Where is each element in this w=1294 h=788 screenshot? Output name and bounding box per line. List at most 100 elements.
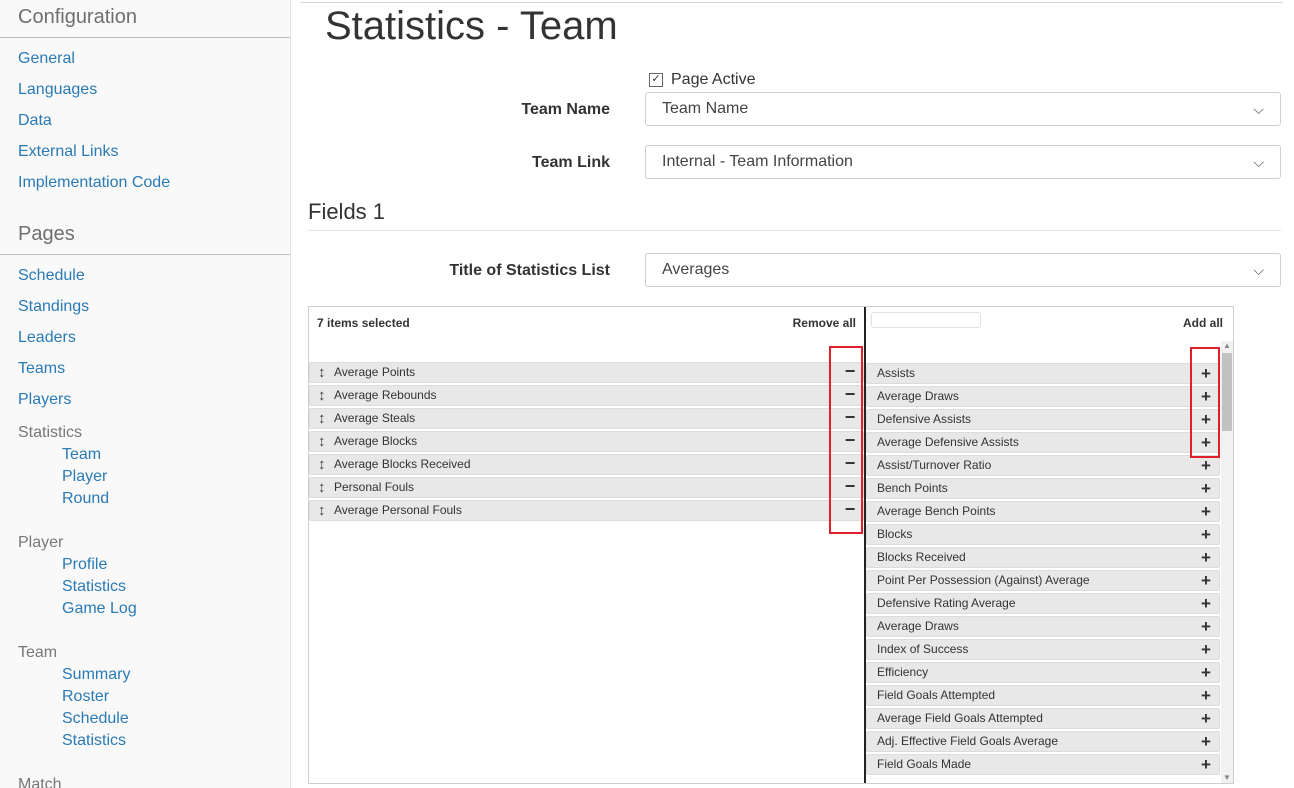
section-divider bbox=[308, 230, 1281, 231]
selected-item-label: Average Blocks Received bbox=[334, 457, 471, 471]
player-links: Profile Statistics Game Log bbox=[0, 554, 290, 620]
drag-handle-icon[interactable]: ↕ bbox=[318, 432, 326, 451]
available-item[interactable]: Blocks Received + bbox=[866, 547, 1220, 568]
sidebar-team-schedule[interactable]: Schedule bbox=[62, 708, 290, 730]
filter-input[interactable] bbox=[871, 312, 981, 328]
selected-item-label: Average Steals bbox=[334, 411, 416, 425]
sidebar-team-summary[interactable]: Summary bbox=[62, 664, 290, 686]
add-item-button[interactable]: + bbox=[1197, 502, 1215, 521]
available-item[interactable]: Point Per Possession (Against) Average + bbox=[866, 570, 1220, 591]
sidebar-item-standings[interactable]: Standings bbox=[18, 294, 290, 325]
team-links: Summary Roster Schedule Statistics bbox=[0, 664, 290, 752]
selected-item-label: Average Personal Fouls bbox=[334, 503, 462, 517]
sidebar-item-implementation-code[interactable]: Implementation Code bbox=[18, 170, 290, 201]
drag-handle-icon[interactable]: ↕ bbox=[318, 363, 326, 382]
selected-pane: 7 items selected Remove all ↕ Average Poi… bbox=[309, 307, 864, 783]
sidebar-statistics-team[interactable]: Team bbox=[62, 444, 290, 466]
available-item[interactable]: Average Defensive Assists + bbox=[866, 432, 1220, 453]
available-item[interactable]: Average Field Goals Attempted + bbox=[866, 708, 1220, 729]
sidebar-team-roster[interactable]: Roster bbox=[62, 686, 290, 708]
drag-handle-icon[interactable]: ↕ bbox=[318, 386, 326, 405]
sidebar-statistics-player[interactable]: Player bbox=[62, 466, 290, 488]
team-group-label: Team bbox=[18, 644, 58, 661]
sidebar-player-game-log[interactable]: Game Log bbox=[62, 598, 290, 620]
add-item-button[interactable]: + bbox=[1197, 640, 1215, 659]
chevron-down-icon: ⌵ bbox=[1253, 154, 1264, 170]
selected-item[interactable]: ↕ Average Personal Fouls − bbox=[309, 500, 864, 521]
selected-item[interactable]: ↕ Average Blocks Received − bbox=[309, 454, 864, 475]
add-item-button[interactable]: + bbox=[1197, 755, 1215, 774]
scroll-down-icon[interactable]: ▼ bbox=[1221, 773, 1233, 783]
available-item[interactable]: Average Draws + bbox=[866, 386, 1220, 407]
add-item-button[interactable]: + bbox=[1197, 456, 1215, 475]
drag-handle-icon[interactable]: ↕ bbox=[318, 409, 326, 428]
sidebar-item-schedule[interactable]: Schedule bbox=[18, 263, 290, 294]
available-item[interactable]: Efficiency + bbox=[866, 662, 1220, 683]
sidebar-item-data[interactable]: Data bbox=[18, 108, 290, 139]
sidebar-player-profile[interactable]: Profile bbox=[62, 554, 290, 576]
available-item[interactable]: Blocks + bbox=[866, 524, 1220, 545]
available-scrollbar[interactable]: ▲ ▼ bbox=[1221, 341, 1233, 783]
available-item[interactable]: Assists + bbox=[866, 363, 1220, 384]
selected-list: ↕ Average Points − ↕ Average Rebounds − ↕ Avera… bbox=[309, 362, 864, 523]
sidebar-team-statistics[interactable]: Statistics bbox=[62, 730, 290, 752]
available-item[interactable]: Defensive Rating Average + bbox=[866, 593, 1220, 614]
available-item-label: Bench Points bbox=[877, 481, 948, 495]
add-item-button[interactable]: + bbox=[1197, 617, 1215, 636]
add-item-button[interactable]: + bbox=[1197, 686, 1215, 705]
selected-item-label: Average Rebounds bbox=[334, 388, 437, 402]
available-item[interactable]: Average Bench Points + bbox=[866, 501, 1220, 522]
sidebar-item-players[interactable]: Players bbox=[18, 387, 290, 418]
team-link-value: Internal - Team Information bbox=[662, 153, 853, 170]
selected-item[interactable]: ↕ Average Blocks − bbox=[309, 431, 864, 452]
add-item-button[interactable]: + bbox=[1197, 525, 1215, 544]
sidebar-item-external-links[interactable]: External Links bbox=[18, 139, 290, 170]
available-item[interactable]: Defensive Assists + bbox=[866, 409, 1220, 430]
add-all-button[interactable]: Add all bbox=[1183, 316, 1223, 330]
stats-list-title-label: Title of Statistics List bbox=[449, 262, 610, 279]
add-item-button[interactable]: + bbox=[1197, 732, 1215, 751]
page-active-label: Page Active bbox=[671, 71, 756, 88]
scroll-up-icon[interactable]: ▲ bbox=[1221, 341, 1233, 351]
selected-item[interactable]: ↕ Personal Fouls − bbox=[309, 477, 864, 498]
drag-handle-icon[interactable]: ↕ bbox=[318, 455, 326, 474]
add-item-button[interactable]: + bbox=[1197, 479, 1215, 498]
add-item-button[interactable]: + bbox=[1197, 571, 1215, 590]
add-item-button[interactable]: + bbox=[1197, 663, 1215, 682]
selected-item[interactable]: ↕ Average Steals − bbox=[309, 408, 864, 429]
available-item[interactable]: Bench Points + bbox=[866, 478, 1220, 499]
available-item-label: Average Defensive Assists bbox=[877, 435, 1019, 449]
available-item-label: Defensive Rating Average bbox=[877, 596, 1016, 610]
sidebar-item-general[interactable]: General bbox=[18, 46, 290, 77]
team-name-select[interactable]: Team Name ⌵ bbox=[645, 92, 1281, 126]
pages-heading: Pages bbox=[0, 217, 290, 255]
sidebar-item-languages[interactable]: Languages bbox=[18, 77, 290, 108]
available-item[interactable]: Index of Success + bbox=[866, 639, 1220, 660]
scroll-thumb[interactable] bbox=[1222, 353, 1232, 431]
add-item-button[interactable]: + bbox=[1197, 709, 1215, 728]
stats-list-title-select[interactable]: Averages ⌵ bbox=[645, 253, 1281, 287]
sidebar-item-teams[interactable]: Teams bbox=[18, 356, 290, 387]
page-title: Statistics - Team bbox=[325, 4, 618, 48]
remove-all-button[interactable]: Remove all bbox=[793, 316, 856, 330]
available-item[interactable]: Average Draws + bbox=[866, 616, 1220, 637]
add-item-button[interactable]: + bbox=[1197, 594, 1215, 613]
selected-item[interactable]: ↕ Average Rebounds − bbox=[309, 385, 864, 406]
dual-listbox: 7 items selected Remove all ↕ Average Poi… bbox=[308, 306, 1234, 784]
selected-item[interactable]: ↕ Average Points − bbox=[309, 362, 864, 383]
page-active-row: ✓ Page Active bbox=[649, 71, 756, 89]
drag-handle-icon[interactable]: ↕ bbox=[318, 501, 326, 520]
sidebar-item-leaders[interactable]: Leaders bbox=[18, 325, 290, 356]
page-active-checkbox[interactable]: ✓ bbox=[649, 73, 663, 87]
available-item-label: Field Goals Attempted bbox=[877, 688, 996, 702]
team-link-select[interactable]: Internal - Team Information ⌵ bbox=[645, 145, 1281, 179]
drag-handle-icon[interactable]: ↕ bbox=[318, 478, 326, 497]
available-item[interactable]: Adj. Effective Field Goals Average + bbox=[866, 731, 1220, 752]
remove-buttons-highlight bbox=[829, 346, 863, 534]
available-item[interactable]: Field Goals Made + bbox=[866, 754, 1220, 775]
available-item[interactable]: Assist/Turnover Ratio + bbox=[866, 455, 1220, 476]
sidebar-player-statistics[interactable]: Statistics bbox=[62, 576, 290, 598]
sidebar-statistics-round[interactable]: Round bbox=[62, 488, 290, 510]
add-item-button[interactable]: + bbox=[1197, 548, 1215, 567]
available-item[interactable]: Field Goals Attempted + bbox=[866, 685, 1220, 706]
